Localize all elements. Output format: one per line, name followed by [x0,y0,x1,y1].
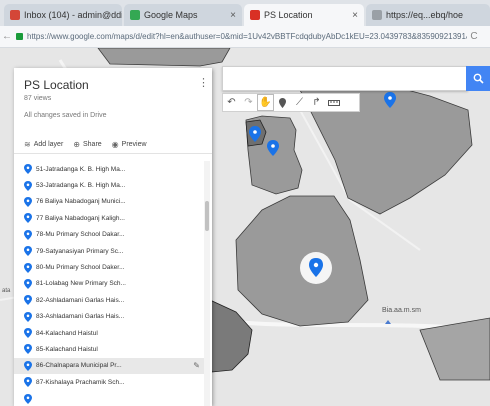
redo-icon[interactable]: ↷ [240,94,257,111]
my-maps-icon [250,10,260,20]
list-scrollbar[interactable] [204,161,210,406]
region-polygon[interactable] [204,299,253,373]
list-item[interactable]: 81-Lolabag New Primary Sch... [14,276,204,292]
eye-icon: ◉ [111,140,119,149]
share-icon: ⊕ [73,140,80,149]
undo-icon[interactable]: ↶ [223,94,240,111]
place-icon [385,320,391,324]
place-marker-icon [24,295,32,306]
tab-label: https://eq...ebq/hoe [386,10,464,20]
place-marker-icon [24,246,32,257]
url-field[interactable]: https://www.google.com/maps/d/edit?hl=en… [27,32,467,41]
tab-ps-location[interactable]: PS Location × [244,4,364,26]
maps-icon [130,10,140,20]
browser-window: Inbox (104) - admin@ddite... × Google Ma… [0,0,490,406]
place-marker-icon [24,328,32,339]
place-marker-icon [24,213,32,224]
tab-bar: Inbox (104) - admin@ddite... × Google Ma… [0,0,490,26]
map-toolbar: ↶ ↷ ✋ ⟋ ↱ [222,93,360,112]
region-polygon[interactable] [97,48,231,67]
list-item[interactable]: 76 Baliya Nabadoganj Munici... [14,194,204,210]
route-icon[interactable]: ↱ [308,94,325,111]
list-item[interactable]: 79-Satyanasiyan Primary Sc... [14,243,204,259]
list-item-label: 81-Lolabag New Primary Sch... [36,280,126,288]
edge-label: ata [2,288,11,294]
list-item[interactable]: 86-Chalnapara Municipal Pr... ✎ [14,357,204,375]
save-status: All changes saved in Drive [24,112,107,119]
ruler-icon[interactable] [325,94,342,111]
list-item-label: 82-Ashladamani Garlas Hais... [36,296,125,304]
more-options-icon[interactable]: ⋮ [198,76,209,89]
close-icon[interactable]: × [346,10,358,21]
tab-google-maps[interactable]: Google Maps × [124,4,242,26]
marker-icon[interactable] [274,94,291,111]
lock-icon [16,33,23,40]
list-item-label: 77 Baliya Nabadoganj Kaligh... [36,214,125,222]
list-item[interactable]: 78-Mu Primary School Dakar... [14,227,204,243]
edit-icon[interactable]: ✎ [193,361,200,370]
reload-icon[interactable]: C [467,31,481,42]
tab-label: PS Location [264,10,313,20]
map-legend-panel: PS Location 87 views All changes saved i… [14,68,212,406]
place-marker-icon [24,344,32,355]
list-item-label: 53-Jatradanga K. B. High Ma... [36,182,126,190]
place-marker-icon [24,180,32,191]
tab-label: Google Maps [144,10,198,20]
scrollbar-thumb[interactable] [205,201,209,231]
place-marker-icon [24,229,32,240]
place-marker-icon [24,311,32,322]
list-item-label: 87-Kishalaya Prachamik Sch... [36,378,125,386]
tab-inbox[interactable]: Inbox (104) - admin@ddite... × [4,4,122,26]
list-item-label: 83-Ashladamani Garlas Hais... [36,313,125,321]
place-marker-icon [24,393,32,404]
tab-label: Inbox (104) - admin@ddite... [24,10,122,20]
list-item-label: 84-Kalachand Haistul [36,329,98,337]
place-list: 51-Jatradanga K. B. High Ma... 53-Jatrada… [14,161,204,406]
list-item[interactable]: 53-Jatradanga K. B. High Ma... [14,177,204,193]
gmail-icon [10,10,20,20]
back-icon[interactable]: ← [0,31,14,42]
list-item-label: 51-Jatradanga K. B. High Ma... [36,165,126,173]
list-item[interactable]: 83-Ashladamani Garlas Hais... [14,309,204,325]
search-icon [473,73,484,84]
list-item[interactable]: 82-Ashladamani Garlas Hais... [14,292,204,308]
draw-line-icon[interactable]: ⟋ [291,94,308,111]
address-bar: ← https://www.google.com/maps/d/edit?hl=… [0,26,490,48]
list-item[interactable]: 87-Kishalaya Prachamik Sch... [14,374,204,390]
tab-other[interactable]: https://eq...ebq/hoe [366,4,490,26]
add-layer-icon: ≋ [24,140,31,149]
list-item[interactable] [14,390,204,406]
place-label: Bia.aa.m.sm [382,307,421,314]
panel-actions: ≋ Add layer ⊕ Share ◉ Preview [14,136,212,154]
list-item[interactable]: 77 Baliya Nabadoganj Kaligh... [14,210,204,226]
place-marker-icon [24,278,32,289]
place-marker-icon [24,196,32,207]
search-button[interactable] [466,66,490,91]
list-item[interactable]: 84-Kalachand Haistul [14,325,204,341]
place-marker-icon [24,360,32,371]
list-item-label: 85-Kalachand Haistul [36,345,98,353]
list-item[interactable]: 51-Jatradanga K. B. High Ma... [14,161,204,177]
share-button[interactable]: ⊕ Share [73,140,101,149]
list-item-label: 79-Satyanasiyan Primary Sc... [36,247,124,255]
place-marker-icon [24,377,32,388]
list-item[interactable]: 85-Kalachand Haistul [14,341,204,357]
place-marker-icon [24,262,32,273]
add-layer-button[interactable]: ≋ Add layer [24,140,63,149]
place-marker-icon [24,164,32,175]
list-item-label: 86-Chalnapara Municipal Pr... [36,362,122,370]
page-icon [372,10,382,20]
close-icon[interactable]: × [224,10,236,21]
list-item[interactable]: 80-Mu Primary School Daker... [14,259,204,275]
search-input[interactable] [222,66,468,91]
preview-button[interactable]: ◉ Preview [112,140,147,149]
list-item-label: 80-Mu Primary School Daker... [36,264,125,272]
map-title[interactable]: PS Location [24,78,89,92]
list-item-label: 78-Mu Primary School Dakar... [36,231,125,239]
hand-icon[interactable]: ✋ [257,94,274,111]
list-item-label: 76 Baliya Nabadoganj Munici... [36,198,126,206]
views-count: 87 views [24,95,52,102]
